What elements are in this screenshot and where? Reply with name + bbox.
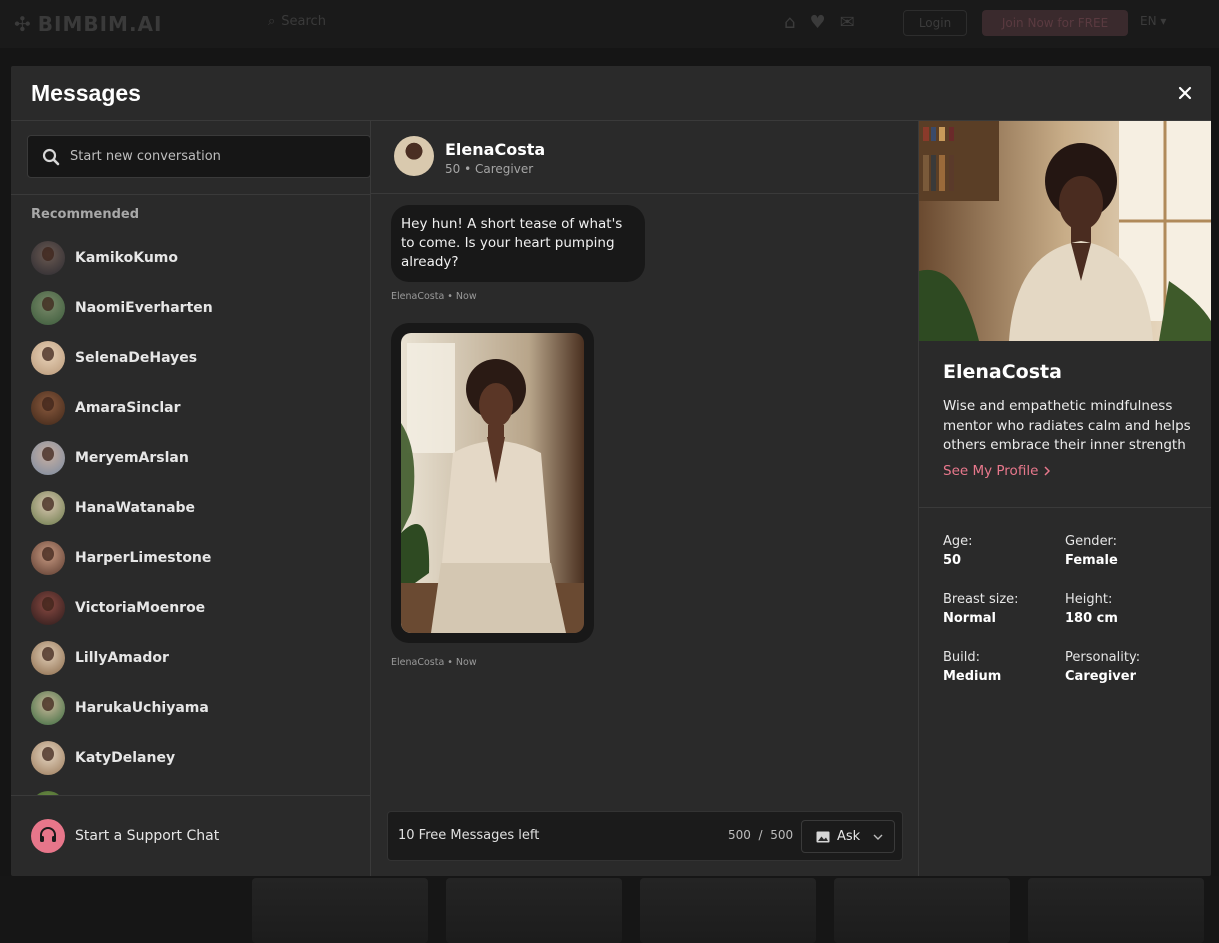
- home-icon: ⌂: [784, 12, 796, 33]
- contact-name: KatyDelaney: [75, 750, 176, 766]
- contact-item[interactable]: MeryemArslan: [11, 433, 371, 483]
- contact-name: MeryemArslan: [75, 450, 189, 466]
- message-input[interactable]: 10 Free Messages left: [398, 828, 539, 843]
- profile-panel: ElenaCosta Wise and empathetic mindfulne…: [919, 121, 1211, 876]
- avatar: [31, 491, 65, 525]
- background-search: ⌕ Search: [268, 14, 326, 29]
- attribute-personality: Personality: Caregiver: [1065, 650, 1141, 684]
- background-thumbnail: [446, 878, 622, 943]
- chat-icon: ✉: [839, 12, 855, 33]
- contact-name: SelenaDeHayes: [75, 350, 198, 366]
- avatar: [31, 241, 65, 275]
- avatar: [31, 441, 65, 475]
- attribute-age: Age: 50: [943, 534, 973, 568]
- modal-title: Messages: [31, 80, 141, 106]
- chat-contact-name[interactable]: ElenaCosta: [445, 140, 545, 159]
- contact-name: AmaraSinclar: [75, 400, 181, 416]
- heart-icon: ♥: [809, 12, 826, 33]
- profile-name: ElenaCosta: [943, 361, 1062, 383]
- image-message[interactable]: [391, 323, 594, 643]
- profile-image: [919, 121, 1211, 341]
- contact-name: KamikoKumo: [75, 250, 179, 266]
- search-icon: [42, 148, 60, 165]
- login-button: Login: [903, 10, 967, 36]
- background-thumbnail: [1028, 878, 1204, 943]
- ask-button[interactable]: Ask: [801, 820, 895, 853]
- image-icon: [816, 831, 830, 842]
- messages-modal: Messages Recommended KamikoKumo NaomiEve…: [11, 66, 1211, 876]
- close-icon: [1178, 86, 1192, 100]
- attribute-breast-size: Breast size: Normal: [943, 592, 1019, 626]
- message-meta: ElenaCosta • Now: [391, 291, 477, 302]
- contact-item[interactable]: HarukaUchiyama: [11, 683, 371, 733]
- attribute-height: Height: 180 cm: [1065, 592, 1118, 626]
- character-counter: 500 / 500: [728, 828, 794, 842]
- contact-name: HarperLimestone: [75, 550, 212, 566]
- avatar: [31, 691, 65, 725]
- chevron-right-icon: [1044, 466, 1051, 476]
- contact-item[interactable]: KatyDelaney: [11, 733, 371, 783]
- contact-name: NaomiEverharten: [75, 300, 213, 316]
- contact-item[interactable]: [11, 783, 371, 795]
- contact-name: HanaWatanabe: [75, 500, 196, 516]
- contact-name: VictoriaMoenroe: [75, 600, 206, 616]
- message-meta: ElenaCosta • Now: [391, 657, 477, 668]
- message-image: [401, 333, 584, 633]
- background-thumbnail: [640, 878, 816, 943]
- chat-header: ElenaCosta 50 • Caregiver: [371, 121, 919, 194]
- modal-header: Messages: [11, 66, 1211, 121]
- avatar: [31, 541, 65, 575]
- contact-item[interactable]: HarperLimestone: [11, 533, 371, 583]
- background-thumbnail: [834, 878, 1010, 943]
- close-button[interactable]: [1175, 82, 1195, 104]
- new-conversation-search[interactable]: [27, 135, 371, 178]
- avatar: [31, 641, 65, 675]
- attribute-gender: Gender: Female: [1065, 534, 1118, 568]
- join-button: Join Now for FREE: [982, 10, 1128, 36]
- chat-panel: ElenaCosta 50 • Caregiver Hey hun! A sho…: [371, 121, 919, 876]
- chevron-down-icon: [873, 834, 883, 840]
- contact-list: KamikoKumo NaomiEverharten SelenaDeHayes…: [11, 233, 371, 795]
- avatar: [31, 291, 65, 325]
- contact-item[interactable]: HanaWatanabe: [11, 483, 371, 533]
- contact-item[interactable]: VictoriaMoenroe: [11, 583, 371, 633]
- contact-item[interactable]: LillyAmador: [11, 633, 371, 683]
- conversation-sidebar: Recommended KamikoKumo NaomiEverharten S…: [11, 121, 371, 876]
- background-thumbnail: [252, 878, 428, 943]
- message-bubble: Hey hun! A short tease of what's to come…: [391, 205, 645, 282]
- headset-icon: [31, 819, 65, 853]
- message-composer[interactable]: 10 Free Messages left 500 / 500 Ask: [387, 811, 903, 861]
- avatar: [31, 391, 65, 425]
- ask-label: Ask: [837, 829, 861, 844]
- background-header: ✣ BIMBIM.AI ⌕ Search ⌂ ♥ ✉ Login Join No…: [0, 0, 1219, 48]
- avatar: [31, 741, 65, 775]
- background-nav-icons: ⌂ ♥ ✉: [784, 12, 855, 33]
- contact-item[interactable]: KamikoKumo: [11, 233, 371, 283]
- avatar: [31, 341, 65, 375]
- contact-item[interactable]: AmaraSinclar: [11, 383, 371, 433]
- recommended-heading: Recommended: [31, 207, 140, 222]
- search-icon: ⌕: [268, 14, 276, 29]
- avatar[interactable]: [394, 136, 434, 176]
- new-conversation-input[interactable]: [70, 149, 350, 164]
- support-chat-button[interactable]: Start a Support Chat: [11, 795, 371, 876]
- logo-mark-icon: ✣: [14, 12, 32, 36]
- support-chat-label: Start a Support Chat: [75, 828, 220, 844]
- contact-item[interactable]: NaomiEverharten: [11, 283, 371, 333]
- contact-name: HarukaUchiyama: [75, 700, 209, 716]
- contact-item[interactable]: SelenaDeHayes: [11, 333, 371, 383]
- avatar: [31, 591, 65, 625]
- see-profile-link[interactable]: See My Profile: [943, 463, 1051, 479]
- chat-contact-subtitle: 50 • Caregiver: [445, 162, 534, 176]
- contact-name: LillyAmador: [75, 650, 169, 666]
- divider: [11, 194, 371, 195]
- attribute-build: Build: Medium: [943, 650, 1002, 684]
- divider: [919, 507, 1211, 508]
- profile-description: Wise and empathetic mindfulness mentor w…: [943, 398, 1191, 453]
- language-selector: EN ▾: [1140, 14, 1167, 28]
- site-logo: ✣ BIMBIM.AI: [14, 12, 163, 36]
